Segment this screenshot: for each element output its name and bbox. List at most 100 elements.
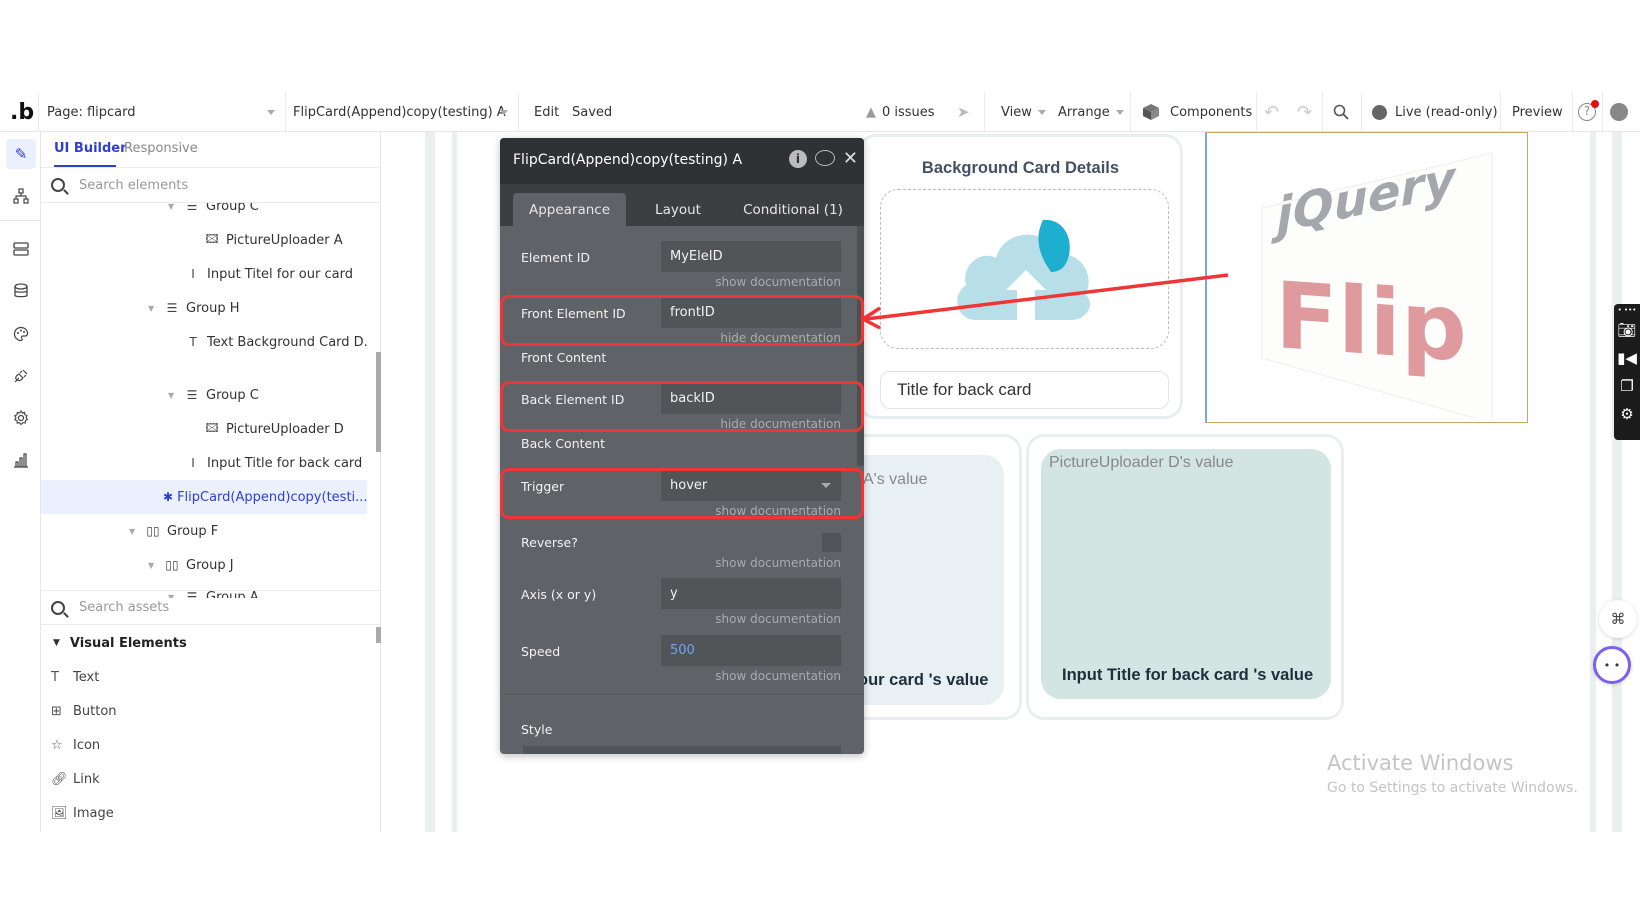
tab-conditional[interactable]: Conditional (1) bbox=[728, 193, 858, 226]
edit-label: Edit bbox=[534, 104, 560, 120]
element-selector[interactable]: FlipCard(Append)copy(testing) A bbox=[293, 92, 508, 132]
tab-appearance[interactable]: Appearance bbox=[513, 193, 626, 226]
back-card-group[interactable]: Background Card Details Title for back c… bbox=[858, 134, 1183, 419]
warning-icon: ▲ bbox=[866, 104, 876, 120]
chevron-down-icon bbox=[1115, 109, 1124, 115]
asset-text[interactable]: T Text bbox=[51, 660, 99, 694]
tree-item-pictureuploader-d[interactable]: 🖾 PictureUploader D bbox=[202, 412, 343, 446]
components-label: Components bbox=[1170, 104, 1253, 120]
tree-item-pictureuploader-a[interactable]: 🖾 PictureUploader A bbox=[202, 223, 342, 257]
bubble-logo[interactable]: .b bbox=[10, 92, 34, 132]
arrange-menu[interactable]: Arrange bbox=[1058, 92, 1124, 132]
tab-ui-builder[interactable]: UI Builder bbox=[54, 141, 127, 156]
database-icon[interactable] bbox=[6, 276, 36, 306]
cursor-inspect-icon[interactable]: ➤ bbox=[957, 92, 970, 132]
show-documentation-link[interactable]: show documentation bbox=[715, 275, 841, 289]
asset-link[interactable]: 🔗︎ Link bbox=[51, 762, 100, 796]
flip-card-image[interactable]: jQuery Flip bbox=[1205, 132, 1528, 423]
video-icon[interactable]: ▮◀ bbox=[1614, 344, 1640, 372]
preview-button[interactable]: Preview bbox=[1512, 92, 1563, 132]
tree-item-text-background[interactable]: T Text Background Card D... bbox=[183, 325, 367, 359]
tab-responsive[interactable]: Responsive bbox=[124, 141, 198, 156]
close-icon[interactable]: ✕ bbox=[843, 150, 858, 168]
workflow-icon[interactable] bbox=[6, 181, 36, 211]
page-selector[interactable]: Page: flipcard bbox=[47, 92, 275, 132]
image-upload-icon: 🖾 bbox=[205, 231, 219, 246]
asset-icon[interactable]: ☆ Icon bbox=[51, 728, 100, 762]
tree-item-group-f[interactable]: ▼ ▯▯ Group F bbox=[129, 514, 218, 548]
tree-item-label: Text Background Card D... bbox=[207, 334, 367, 350]
styles-icon[interactable] bbox=[6, 319, 36, 349]
help-icon[interactable]: ? bbox=[1578, 92, 1599, 132]
tree-item-group-c[interactable]: ▼ ☰ Group C bbox=[168, 378, 259, 412]
plugins-icon[interactable] bbox=[6, 361, 36, 391]
info-icon[interactable]: i bbox=[788, 150, 807, 168]
image-icon: 🖼︎ bbox=[51, 805, 68, 821]
expand-arrow-icon[interactable]: ▼ bbox=[168, 203, 182, 211]
redo-icon[interactable]: ↷ bbox=[1297, 92, 1312, 132]
picture-uploader-d[interactable] bbox=[880, 189, 1169, 349]
more-icon[interactable]: • ••• bbox=[1614, 304, 1640, 316]
element-tree: ▼ ☰ Group C 🖾 PictureUploader A I Input Tite… bbox=[41, 203, 367, 378]
gear-icon[interactable]: ⚙ bbox=[1614, 400, 1640, 428]
issues-label: 0 issues bbox=[882, 104, 935, 120]
live-version-selector[interactable]: Live (read-only) bbox=[1372, 92, 1498, 132]
data-icon[interactable] bbox=[6, 234, 36, 264]
back-card-title-input[interactable]: Title for back card bbox=[880, 371, 1169, 409]
design-icon[interactable]: ✎ bbox=[6, 139, 36, 169]
show-documentation-link[interactable]: show documentation bbox=[715, 556, 841, 570]
user-avatar-icon[interactable] bbox=[1610, 92, 1628, 132]
tree-item-group-h[interactable]: ▼ ☰ Group H bbox=[148, 291, 240, 325]
input-title-back-value: Input Title for back card 's value bbox=[1062, 666, 1314, 684]
windows-icon[interactable]: ❐ bbox=[1614, 372, 1640, 400]
tree-scrollbar[interactable] bbox=[376, 352, 381, 452]
speed-field[interactable]: 500 bbox=[661, 635, 841, 666]
editor-header[interactable]: FlipCard(Append)copy(testing) A i ✕ bbox=[500, 138, 864, 184]
search-assets-placeholder: Search assets bbox=[79, 600, 170, 615]
group-icon: ☰ bbox=[186, 388, 198, 402]
expand-arrow-icon[interactable]: ▼ bbox=[148, 561, 162, 570]
property-editor[interactable]: FlipCard(Append)copy(testing) A i ✕ Appe… bbox=[500, 138, 864, 754]
camera-icon[interactable]: 📷︎ bbox=[1614, 316, 1640, 344]
asset-image[interactable]: 🖼︎ Image bbox=[51, 796, 114, 830]
show-documentation-link[interactable]: show documentation bbox=[715, 612, 841, 626]
command-icon[interactable]: ⌘ bbox=[1599, 600, 1637, 638]
assets-scrollbar[interactable] bbox=[376, 627, 381, 643]
row-group-icon: ▯▯ bbox=[146, 524, 160, 538]
tree-item-input-titel[interactable]: I Input Titel for our card bbox=[183, 257, 353, 291]
components-button[interactable]: Components bbox=[1142, 92, 1252, 132]
canvas-guide bbox=[452, 132, 457, 832]
visual-elements-section[interactable]: ▼ Visual Elements bbox=[53, 626, 187, 660]
search-icon[interactable] bbox=[1333, 92, 1349, 132]
expand-arrow-icon[interactable]: ▼ bbox=[148, 304, 162, 313]
comment-icon[interactable] bbox=[814, 150, 835, 166]
edit-mode-button[interactable]: Edit bbox=[534, 92, 559, 132]
assistant-icon[interactable]: • • bbox=[1593, 646, 1631, 684]
back-value-card[interactable]: PictureUploader D's value Input Title fo… bbox=[1026, 434, 1344, 720]
input-cursor-icon: I bbox=[191, 456, 195, 470]
search-assets-input[interactable]: Search assets bbox=[41, 590, 381, 625]
issues-button[interactable]: ▲ 0 issues bbox=[866, 92, 935, 132]
speed-value: 500 bbox=[670, 643, 695, 658]
axis-field[interactable]: y bbox=[661, 578, 841, 609]
tree-item-input-title-back[interactable]: I Input Title for back card bbox=[183, 446, 362, 480]
style-dropdown[interactable] bbox=[523, 746, 841, 754]
element-id-field[interactable]: MyEleID bbox=[661, 241, 841, 272]
button-icon: ⊞ bbox=[51, 703, 62, 719]
tree-item-group-c[interactable]: ▼ ☰ Group C bbox=[168, 203, 259, 223]
expand-arrow-icon[interactable]: ▼ bbox=[129, 527, 143, 536]
asset-button[interactable]: ⊞ Button bbox=[51, 694, 117, 728]
tree-item-group-j[interactable]: ▼ ▯▯ Group J bbox=[148, 548, 234, 582]
undo-icon[interactable]: ↶ bbox=[1264, 92, 1279, 132]
expand-arrow-icon[interactable]: ▼ bbox=[168, 391, 182, 400]
view-menu[interactable]: View bbox=[1001, 92, 1046, 132]
tab-layout[interactable]: Layout bbox=[638, 193, 718, 226]
element-id-label: Element ID bbox=[521, 250, 591, 265]
logs-icon[interactable] bbox=[6, 445, 36, 475]
reverse-checkbox[interactable] bbox=[822, 533, 841, 552]
picture-uploader-a-value: A's value bbox=[863, 471, 928, 488]
show-documentation-link[interactable]: show documentation bbox=[715, 669, 841, 683]
tree-item-flipcard-selected[interactable]: ✱ FlipCard(Append)copy(testi... bbox=[41, 480, 367, 514]
settings-icon[interactable] bbox=[6, 403, 36, 433]
search-elements-input[interactable]: Search elements bbox=[41, 168, 381, 203]
